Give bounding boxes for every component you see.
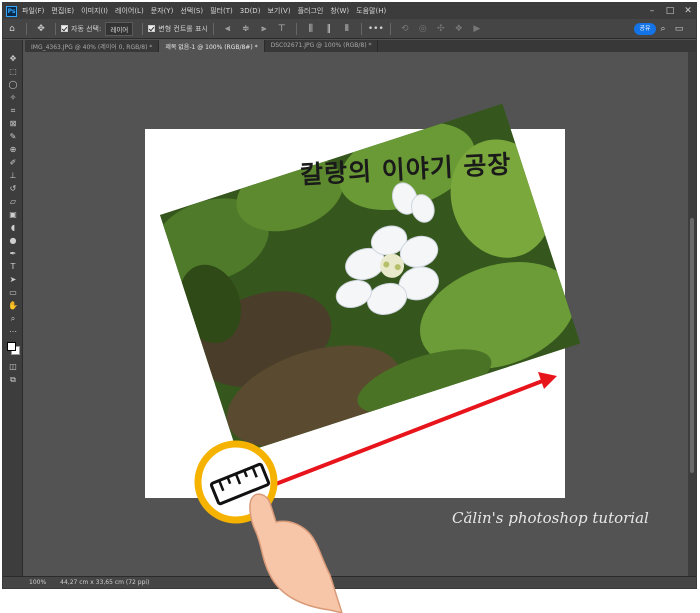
menu-select[interactable]: 선택(S) <box>180 6 203 16</box>
history-brush-tool-icon[interactable]: ↺ <box>3 182 23 195</box>
type-tool-icon[interactable]: T <box>3 260 23 273</box>
magic-wand-tool-icon[interactable]: ✧ <box>3 91 23 104</box>
pen-tool-icon[interactable]: ✒ <box>3 247 23 260</box>
distribute-v-icon[interactable]: ⦀ <box>341 23 353 35</box>
menu-image[interactable]: 이미지(I) <box>81 6 108 16</box>
marquee-tool-icon[interactable]: ⬚ <box>3 65 23 78</box>
align-top-icon[interactable]: ⊤ <box>276 23 288 35</box>
frame-tool-icon[interactable]: ⊠ <box>3 117 23 130</box>
menu-type[interactable]: 문자(Y) <box>151 6 174 16</box>
move-tool-icon[interactable]: ✥ <box>3 52 23 65</box>
home-icon[interactable]: ⌂ <box>6 23 18 35</box>
tutorial-caption: Călin's photoshop tutorial <box>452 509 649 527</box>
screen-mode-icon[interactable]: ⧉ <box>3 373 23 386</box>
divider <box>212 22 214 35</box>
divider <box>55 22 56 35</box>
workspace-icon[interactable]: ▭ <box>673 23 685 35</box>
tab-untitled[interactable]: 제목 없음-1 @ 100% (RGB/8#) * <box>159 40 265 52</box>
3d-roll-icon[interactable]: ◎ <box>417 23 429 35</box>
menu-file[interactable]: 파일(F) <box>22 6 44 16</box>
crop-tool-icon[interactable]: ⌗ <box>3 104 23 117</box>
stamp-tool-icon[interactable]: ⊥ <box>3 169 23 182</box>
vertical-scrollbar[interactable] <box>688 52 696 577</box>
menu-3d[interactable]: 3D(D) <box>240 7 261 15</box>
search-icon[interactable]: ⌕ <box>657 23 669 35</box>
gradient-tool-icon[interactable]: ▣ <box>3 208 23 221</box>
lasso-tool-icon[interactable]: ◯ <box>3 78 23 91</box>
eyedropper-tool-icon[interactable]: ✎ <box>3 130 23 143</box>
hand-tool-icon[interactable]: ✋ <box>3 299 23 312</box>
divider <box>360 22 362 35</box>
3d-slide-icon[interactable]: ❖ <box>453 23 465 35</box>
status-bar: 100% 44,27 cm x 33,65 cm (72 ppi) <box>3 576 696 588</box>
menu-bar: Ps 파일(F) 편집(E) 이미지(I) 레이어(L) 문자(Y) 선택(S)… <box>3 3 696 19</box>
document-tabs: IMG_4363.JPG @ 40% (레이어 0, RGB/8) * 제목 없… <box>25 40 696 52</box>
menu-view[interactable]: 보기(V) <box>267 6 290 16</box>
toolbar-grip[interactable] <box>3 40 22 52</box>
menu-help[interactable]: 도움말(H) <box>356 6 386 16</box>
divider <box>295 22 297 35</box>
minimize-button[interactable]: – <box>644 3 660 19</box>
foreground-color-swatch[interactable] <box>7 342 16 351</box>
close-button[interactable]: ✕ <box>680 3 696 19</box>
divider <box>389 22 391 35</box>
auto-select-checkbox[interactable] <box>61 25 68 32</box>
menu-plugins[interactable]: 플러그인 <box>298 6 324 16</box>
show-transform-label: 변형 컨트롤 표시 <box>158 24 208 33</box>
color-swatches[interactable] <box>3 338 22 360</box>
tab-img4363[interactable]: IMG_4363.JPG @ 40% (레이어 0, RGB/8) * <box>25 40 160 52</box>
share-button[interactable]: 공유 <box>634 23 656 35</box>
healing-tool-icon[interactable]: ⊕ <box>3 143 23 156</box>
distribute-h-icon[interactable]: ‖ <box>323 23 335 35</box>
3d-pan-icon[interactable]: ✣ <box>435 23 447 35</box>
align-left-icon[interactable]: ⫷ <box>222 23 234 35</box>
shape-tool-icon[interactable]: ▭ <box>3 286 23 299</box>
move-tool-icon[interactable]: ✥ <box>35 23 47 35</box>
divider <box>26 22 27 35</box>
divider <box>142 22 144 35</box>
dodge-tool-icon[interactable]: ● <box>3 234 23 247</box>
tools-panel: ✥ ⬚ ◯ ✧ ⌗ ⊠ ✎ ⊕ ✐ ⊥ ↺ ▱ ▣ ◖ ● ✒ T ➤ ▭ ✋ … <box>3 40 23 578</box>
brush-tool-icon[interactable]: ✐ <box>3 156 23 169</box>
options-bar: ⌂ ✥ 자동 선택: 레이어 변형 컨트롤 표시 ⫷ ≑ ⫸ ⊤ ⫼ ‖ ⦀ •… <box>3 19 696 39</box>
distribute-icon[interactable]: ⫼ <box>305 23 317 35</box>
more-tools-icon[interactable]: ⋯ <box>3 325 23 338</box>
tab-dsc02671[interactable]: DSC02671.JPG @ 100% (RGB/8) * <box>265 40 379 52</box>
scrollbar-thumb[interactable] <box>690 218 694 473</box>
zoom-tool-icon[interactable]: ⌕ <box>3 312 23 325</box>
quick-mask-icon[interactable]: ◫ <box>3 360 23 373</box>
3d-mode-icon[interactable]: ⟲ <box>399 23 411 35</box>
menu-layer[interactable]: 레이어(L) <box>115 6 144 16</box>
path-select-tool-icon[interactable]: ➤ <box>3 273 23 286</box>
blur-tool-icon[interactable]: ◖ <box>3 221 23 234</box>
menu-filter[interactable]: 필터(T) <box>210 6 233 16</box>
auto-select-label: 자동 선택: <box>71 24 102 33</box>
align-right-icon[interactable]: ⫸ <box>258 23 270 35</box>
menu-window[interactable]: 창(W) <box>330 6 349 16</box>
more-options-icon[interactable]: ••• <box>368 23 384 35</box>
zoom-level[interactable]: 100% <box>29 579 46 586</box>
3d-scale-icon[interactable]: ▶ <box>471 23 483 35</box>
show-transform-checkbox[interactable] <box>148 25 156 32</box>
layer-dropdown[interactable]: 레이어 <box>105 21 134 36</box>
menu-edit[interactable]: 편집(E) <box>51 6 74 16</box>
document-info[interactable]: 44,27 cm x 33,65 cm (72 ppi) <box>60 579 149 586</box>
align-center-icon[interactable]: ≑ <box>240 23 252 35</box>
photoshop-logo-icon: Ps <box>6 5 17 17</box>
maximize-button[interactable]: □ <box>662 3 678 19</box>
eraser-tool-icon[interactable]: ▱ <box>3 195 23 208</box>
